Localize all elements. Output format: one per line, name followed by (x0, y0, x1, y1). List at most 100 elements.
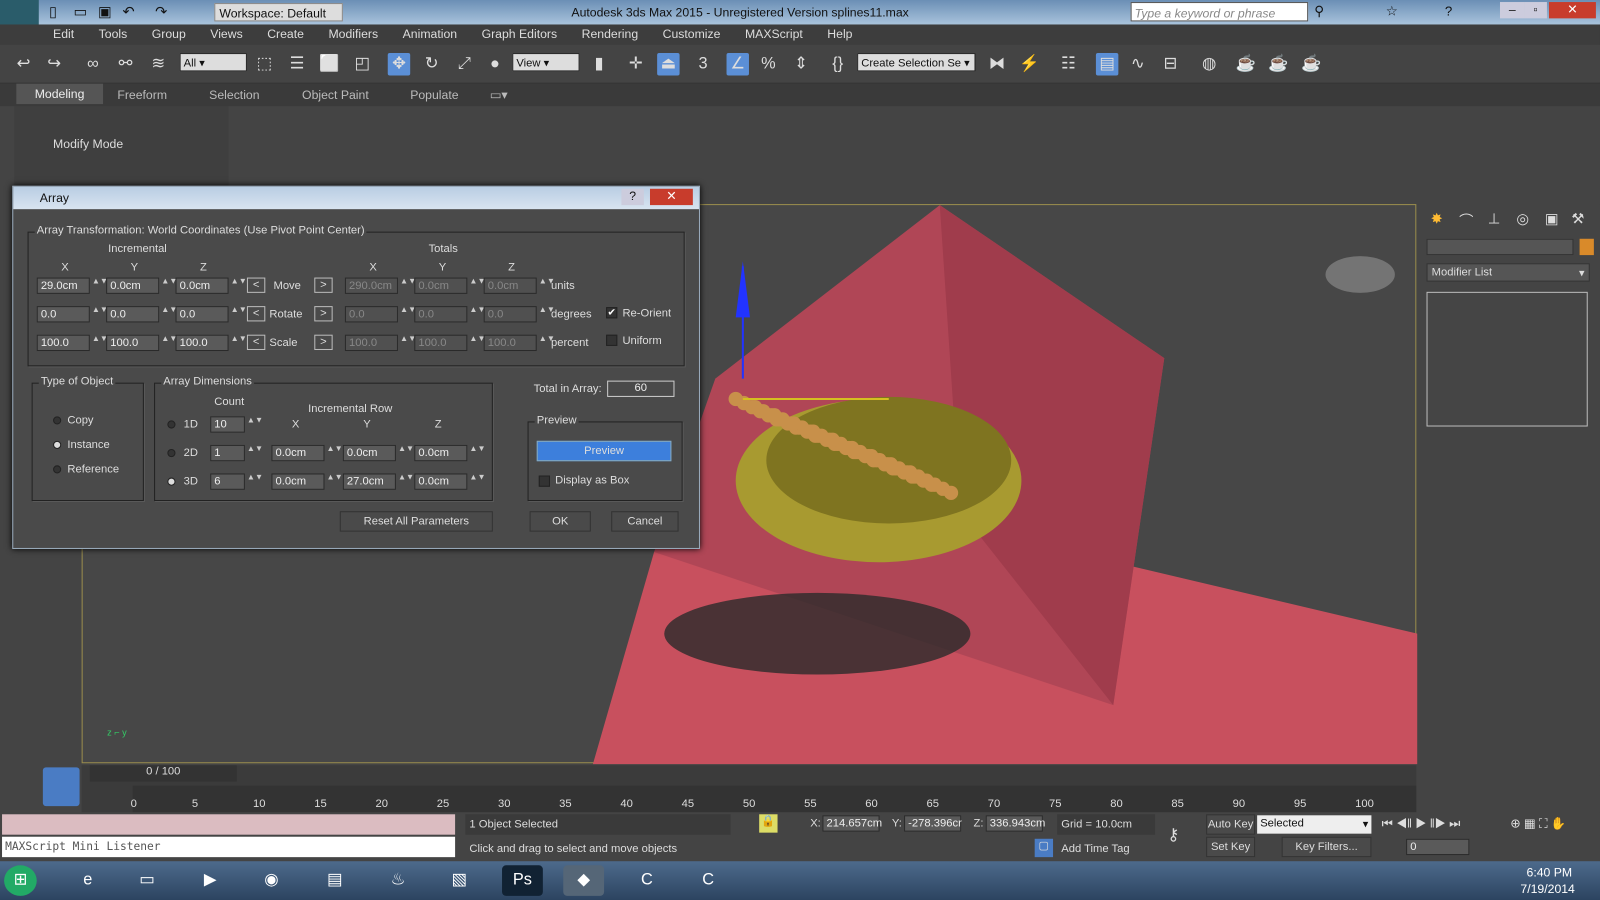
align-icon[interactable]: ⚡ (1018, 53, 1040, 75)
manipulate-icon[interactable]: ✛ (624, 53, 646, 75)
utilities-tab-icon[interactable]: ⚒ (1571, 210, 1584, 227)
tab-selection[interactable]: Selection (209, 88, 259, 102)
key-filters-button[interactable]: Key Filters... (1281, 836, 1372, 858)
time-slider[interactable]: 0 / 100 (89, 765, 237, 782)
spinner-arrows[interactable]: ▲▼ (469, 277, 485, 294)
re-orient-checkbox[interactable]: ✔ (606, 307, 618, 319)
modify-tab-icon[interactable]: ⌒ (1459, 210, 1473, 230)
maxscript-mini-listener[interactable]: MAXScript Mini Listener (2, 836, 456, 858)
maximize-button[interactable]: ▫ (1524, 2, 1547, 19)
display-as-box-checkbox[interactable] (538, 475, 550, 487)
menu-create[interactable]: Create (255, 24, 316, 44)
uniform-checkbox[interactable] (606, 334, 618, 346)
tab-modeling[interactable]: Modeling (16, 83, 103, 105)
redo-icon[interactable]: ↷ (155, 3, 167, 20)
save-icon[interactable]: ▣ (98, 3, 112, 20)
angle-snap-icon[interactable]: ∠ (726, 53, 749, 76)
scale-incremental-field[interactable]: 100.0 (175, 334, 229, 352)
flame-app-icon[interactable]: ♨ (378, 865, 419, 896)
move-incremental-field[interactable]: 29.0cm (36, 277, 90, 294)
dialog-close-button[interactable]: ✕ (649, 188, 693, 206)
playback-controls[interactable]: ⏮ ◀‖ ▶ ‖▶ ⏭ (1382, 816, 1461, 831)
keyboard-shortcut-override-icon[interactable]: ⏏ (657, 53, 680, 76)
move-incremental-field[interactable]: 0.0cm (106, 277, 160, 294)
spinner-arrows[interactable]: ▲▼ (92, 277, 108, 294)
object-color-swatch[interactable] (1579, 238, 1594, 256)
x-coordinate-field[interactable]: 214.657cm (822, 815, 882, 832)
dimension-2D-radio[interactable] (167, 448, 176, 458)
current-frame-field[interactable]: 0 (1406, 838, 1470, 856)
reference-coordinate-dropdown[interactable]: View ▾ (512, 53, 580, 72)
schematic-view-icon[interactable]: ⊟ (1159, 53, 1181, 75)
placement-icon[interactable]: ● (484, 53, 506, 75)
object-name-field[interactable] (1426, 238, 1574, 256)
workspace-dropdown[interactable]: Workspace: Default (214, 3, 343, 22)
spinner-arrows[interactable]: ▲▼ (400, 334, 416, 351)
spinner-arrows[interactable]: ▲▼ (539, 334, 555, 351)
row-offset-2D-field[interactable]: 0.0cm (414, 444, 468, 462)
spinner-arrows[interactable]: ▲▼ (327, 473, 343, 489)
menu-views[interactable]: Views (198, 24, 255, 44)
snaps-toggle-icon[interactable]: 3 (692, 53, 714, 75)
render-production-icon[interactable]: ☕ (1300, 53, 1322, 75)
add-time-tag-button[interactable]: Add Time Tag (1057, 839, 1155, 859)
rotate-total-field[interactable]: 0.0 (483, 306, 537, 323)
menu-graph-editors[interactable]: Graph Editors (469, 24, 569, 44)
move-total-field[interactable]: 0.0cm (414, 277, 468, 294)
menu-animation[interactable]: Animation (390, 24, 469, 44)
rectangle-selection-icon[interactable]: ⬜ (318, 53, 340, 75)
row-offset-3D-field[interactable]: 0.0cm (414, 473, 468, 490)
undo-icon[interactable]: ↩ (12, 53, 34, 75)
open-file-icon[interactable]: ▭ (73, 3, 87, 20)
render-setup-icon[interactable]: ☕ (1235, 53, 1257, 75)
scale-total-field[interactable]: 100.0 (344, 334, 398, 352)
preview-button[interactable]: Preview (536, 440, 672, 462)
link-icon[interactable]: ∞ (82, 53, 104, 75)
image-viewer-icon[interactable]: ▧ (439, 865, 480, 896)
ribbon-options-icon[interactable]: ▭▾ (490, 88, 508, 102)
move-incremental-field[interactable]: 0.0cm (175, 277, 229, 294)
row-offset-2D-field[interactable]: 0.0cm (342, 444, 396, 462)
spinner-arrows[interactable]: ▲▼ (161, 277, 177, 294)
spinner-arrows[interactable]: ▲▼ (231, 334, 247, 351)
spinner-arrows[interactable]: ▲▼ (469, 334, 485, 351)
pivot-center-icon[interactable]: ▮ (588, 53, 610, 75)
window-crossing-icon[interactable]: ◰ (351, 53, 373, 75)
menu-rendering[interactable]: Rendering (569, 24, 650, 44)
menu-customize[interactable]: Customize (650, 24, 732, 44)
spinner-arrows[interactable]: ▲▼ (539, 277, 555, 294)
bind-space-warp-icon[interactable]: ≋ (147, 53, 169, 75)
row-offset-3D-field[interactable]: 27.0cm (342, 473, 396, 490)
modifier-list-dropdown[interactable]: Modifier List ▾ (1426, 263, 1590, 282)
scale-incremental-field[interactable]: 100.0 (36, 334, 90, 352)
spinner-arrows[interactable]: ▲▼ (469, 444, 485, 461)
rendered-frame-window-icon[interactable]: ☕ (1267, 53, 1289, 75)
tab-populate[interactable]: Populate (410, 88, 458, 102)
layer-manager-icon[interactable]: ☷ (1057, 53, 1079, 75)
spinner-snap-icon[interactable]: ⇕ (790, 53, 812, 75)
new-file-icon[interactable]: ▯ (49, 3, 57, 20)
menu-help[interactable]: Help (815, 24, 865, 44)
move-left-button[interactable]: < (246, 277, 266, 293)
media-player-icon[interactable]: ▶ (190, 865, 231, 896)
move-total-field[interactable]: 0.0cm (483, 277, 537, 294)
reset-all-parameters-button[interactable]: Reset All Parameters (339, 511, 493, 532)
scale-right-button[interactable]: > (314, 334, 333, 350)
close-button[interactable]: ✕ (1548, 2, 1596, 19)
start-button[interactable]: ⊞ (4, 865, 37, 896)
time-tag-icon[interactable]: ▢ (1034, 838, 1054, 858)
material-editor-icon[interactable]: ◍ (1198, 53, 1220, 75)
chrome-icon[interactable]: ◉ (251, 865, 292, 896)
move-right-button[interactable]: > (314, 277, 333, 293)
minimize-button[interactable]: – (1499, 2, 1525, 19)
viewcube[interactable] (1325, 256, 1395, 293)
curve-editor-icon[interactable]: ∿ (1127, 53, 1149, 75)
count-1D-field[interactable]: 10 (210, 416, 245, 433)
count-3D-field[interactable]: 6 (210, 473, 245, 490)
scale-incremental-field[interactable]: 100.0 (106, 334, 160, 352)
row-offset-3D-field[interactable]: 0.0cm (271, 473, 325, 490)
tab-object-paint[interactable]: Object Paint (302, 88, 369, 102)
spinner-arrows[interactable]: ▲▼ (231, 277, 247, 294)
tab-freeform[interactable]: Freeform (117, 88, 167, 102)
row-offset-2D-field[interactable]: 0.0cm (271, 444, 325, 462)
